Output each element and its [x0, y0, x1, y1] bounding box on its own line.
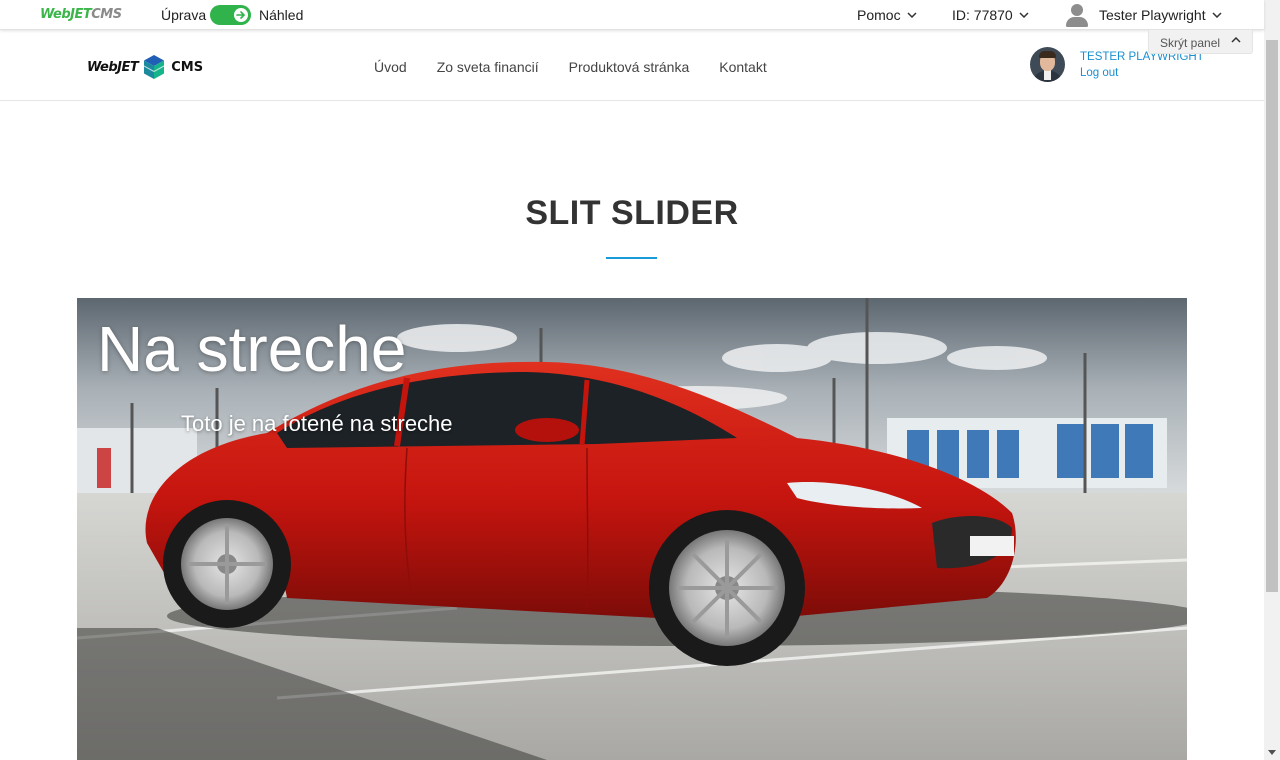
nav-item-kontakt[interactable]: Kontakt [719, 59, 766, 75]
arrow-right-icon [236, 11, 246, 19]
page-id-label: ID: 77870 [952, 7, 1013, 23]
edit-preview-toggle[interactable] [210, 5, 251, 25]
site-logo-text-webjet: WebJET [87, 59, 139, 75]
main-navigation: Úvod Zo sveta financií Produktová stránk… [374, 59, 797, 75]
page-id-menu[interactable]: ID: 77870 [952, 7, 1029, 23]
chevron-up-icon [1231, 37, 1241, 43]
site-header: WebJET CMS Úvod Zo sveta financií Produk… [0, 30, 1264, 101]
avatar[interactable] [1030, 47, 1065, 82]
title-underline [606, 257, 657, 259]
chevron-down-icon [907, 12, 917, 18]
nav-item-uvod[interactable]: Úvod [374, 59, 407, 75]
help-menu[interactable]: Pomoc [857, 7, 917, 23]
logo-text-cms: CMS [91, 7, 122, 22]
nav-item-produktova-stranka[interactable]: Produktová stránka [569, 59, 690, 75]
admin-toolbar: WebJETCMS Úprava Náhled Pomoc ID: 77870 … [0, 0, 1264, 30]
user-menu-label: Tester Playwright [1099, 7, 1206, 23]
slit-slider[interactable]: Na streche Toto je na fotené na streche [77, 298, 1187, 760]
scrollbar-thumb[interactable] [1266, 40, 1278, 592]
preview-mode-label[interactable]: Náhled [259, 7, 303, 23]
help-menu-label: Pomoc [857, 7, 901, 23]
chevron-down-icon [1019, 12, 1029, 18]
slide-subtitle: Toto je na fotené na streche [181, 411, 453, 436]
user-icon [1066, 3, 1088, 27]
user-menu[interactable]: Tester Playwright [1066, 3, 1222, 27]
cube-logo-icon [143, 55, 165, 79]
page-title: SLIT SLIDER [525, 194, 739, 232]
vertical-scrollbar[interactable] [1264, 0, 1280, 760]
scroll-down-arrow-icon[interactable] [1268, 750, 1276, 756]
site-logo[interactable]: WebJET CMS [87, 54, 203, 80]
nav-item-zo-sveta-financii[interactable]: Zo sveta financií [437, 59, 539, 75]
slide-title: Na streche [97, 313, 407, 385]
hide-panel-button[interactable]: Skrýt panel [1148, 30, 1253, 54]
chevron-down-icon [1212, 12, 1222, 18]
logout-link[interactable]: Log out [1080, 67, 1118, 79]
hide-panel-label: Skrýt panel [1160, 36, 1221, 50]
webjet-admin-logo[interactable]: WebJETCMS [40, 7, 122, 22]
edit-mode-label[interactable]: Úprava [161, 7, 206, 23]
toggle-knob [234, 8, 248, 22]
site-logo-text-cms: CMS [171, 59, 204, 75]
logo-text-webjet: WebJET [40, 7, 92, 22]
